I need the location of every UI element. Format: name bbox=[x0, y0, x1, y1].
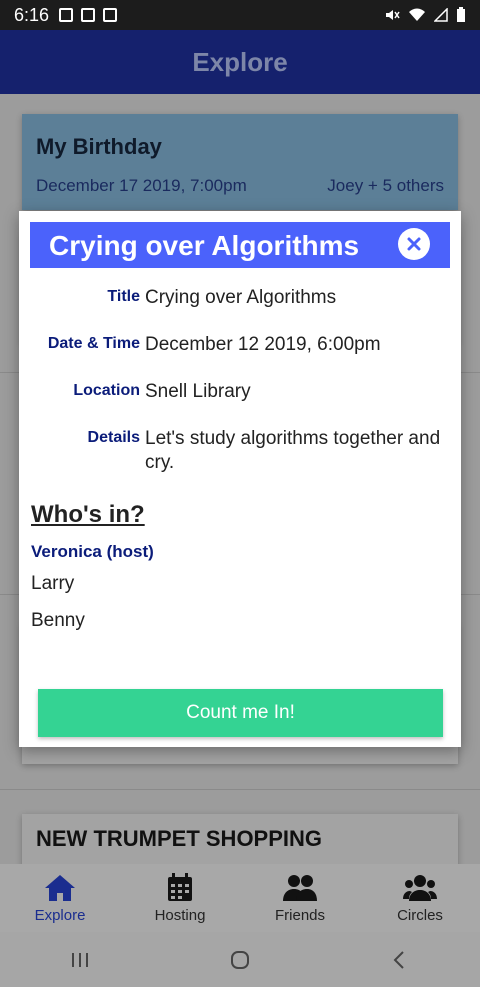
status-time: 6:16 bbox=[14, 4, 50, 25]
detail-label: Location bbox=[73, 382, 140, 399]
host-name: Veronica (host) bbox=[31, 542, 154, 561]
modal-header: Crying over Algorithms bbox=[30, 222, 450, 268]
notification-icon bbox=[59, 8, 74, 22]
notification-x-icon bbox=[103, 8, 118, 22]
home-button[interactable] bbox=[220, 940, 260, 980]
event-detail-modal: Crying over Algorithms Title Crying over… bbox=[19, 211, 461, 747]
back-chevron-icon bbox=[393, 950, 404, 969]
event-card-people: Joey + 5 others bbox=[327, 176, 444, 195]
nav-label: Friends bbox=[274, 906, 326, 924]
detail-value: December 12 2019, 6:00pm bbox=[145, 334, 381, 355]
nav-label: Hosting bbox=[154, 906, 206, 924]
nav-item-friends[interactable]: Friends bbox=[240, 864, 360, 932]
recent-apps-button[interactable] bbox=[60, 940, 100, 980]
modal-title: Crying over Algorithms bbox=[49, 230, 360, 261]
system-icons bbox=[384, 7, 466, 23]
signal-icon bbox=[434, 8, 448, 22]
detail-value: Let's study algorithms together and cry. bbox=[145, 428, 441, 473]
attendee-name: Larry bbox=[31, 573, 75, 594]
event-card-my-birthday[interactable]: My Birthday December 17 2019, 7:00pm Joe… bbox=[22, 114, 458, 210]
mute-icon bbox=[386, 10, 400, 20]
whos-in-heading: Who's in? bbox=[31, 501, 145, 528]
event-card-title: NEW TRUMPET SHOPPING bbox=[36, 826, 323, 851]
back-button[interactable] bbox=[380, 940, 420, 980]
notification-icons bbox=[59, 8, 118, 22]
nav-item-explore[interactable]: Explore bbox=[0, 864, 120, 932]
detail-label: Date & Time bbox=[47, 335, 140, 352]
detail-label: Details bbox=[87, 429, 140, 446]
detail-value: Crying over Algorithms bbox=[145, 287, 337, 308]
nav-label: Circles bbox=[397, 906, 443, 924]
detail-value: Snell Library bbox=[145, 381, 251, 402]
nav-item-hosting[interactable]: Hosting bbox=[120, 864, 240, 932]
calendar-icon bbox=[168, 872, 192, 901]
recent-apps-icon bbox=[72, 952, 88, 967]
status-bar: 6:16 bbox=[0, 0, 480, 30]
system-navigation-bar bbox=[0, 932, 480, 987]
battery-icon bbox=[457, 7, 465, 22]
nav-label: Explore bbox=[34, 906, 86, 924]
home-circle-icon bbox=[231, 950, 249, 969]
home-icon bbox=[45, 874, 75, 901]
users-icon bbox=[283, 874, 317, 901]
attendee-name: Benny bbox=[31, 610, 85, 631]
group-icon bbox=[403, 874, 437, 901]
app-bar: Explore bbox=[0, 30, 480, 94]
nav-item-circles[interactable]: Circles bbox=[360, 864, 480, 932]
bottom-navigation: Explore Hosting Friends Circles bbox=[0, 864, 480, 932]
image-icon bbox=[81, 8, 96, 22]
divider bbox=[0, 789, 480, 790]
event-card-title: My Birthday bbox=[36, 134, 162, 159]
close-button[interactable] bbox=[398, 228, 430, 260]
page-title: Explore bbox=[192, 46, 288, 77]
detail-label: Title bbox=[107, 288, 140, 305]
event-card-date: December 17 2019, 7:00pm bbox=[36, 176, 247, 195]
count-me-in-button[interactable]: Count me In! bbox=[38, 689, 443, 737]
wifi-icon bbox=[409, 8, 425, 21]
close-icon bbox=[407, 237, 421, 251]
